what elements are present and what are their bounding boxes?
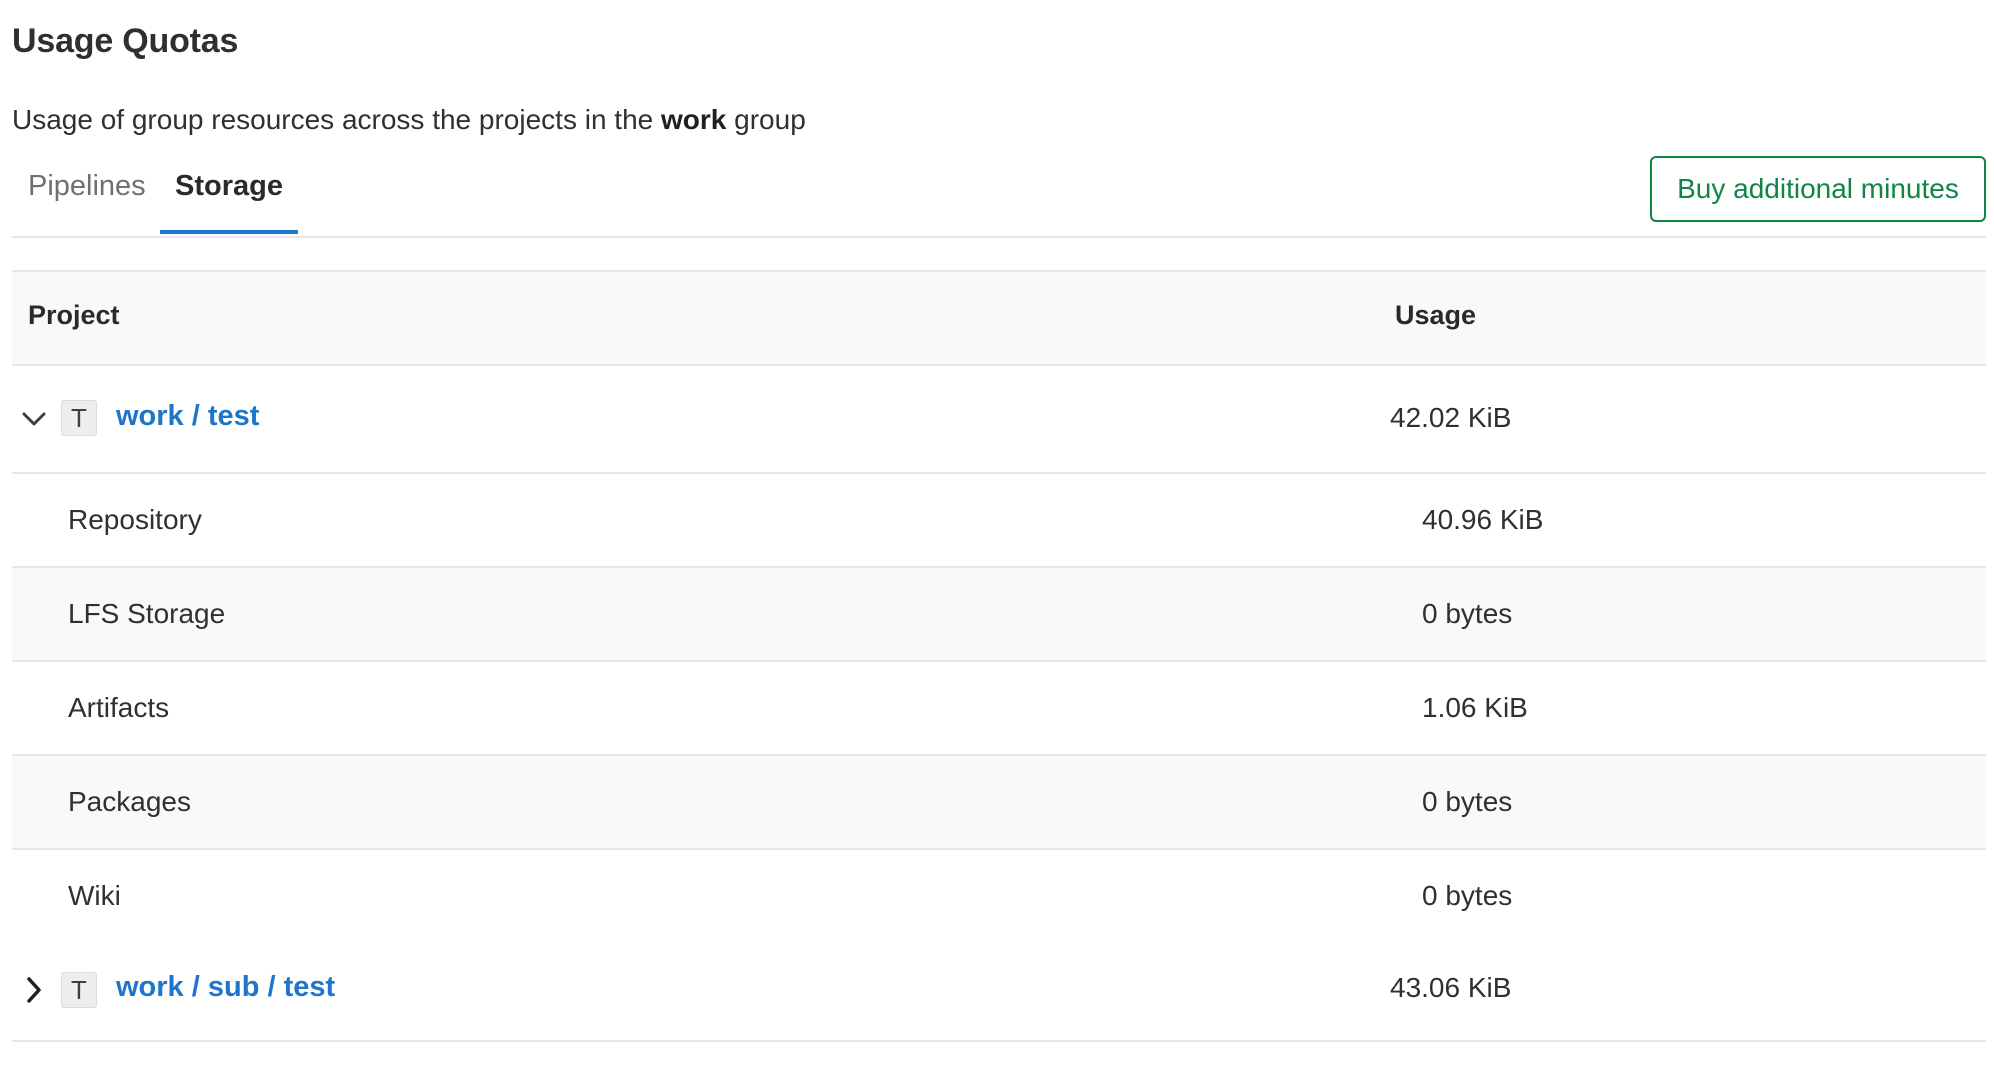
storage-type-value: 0 bytes [1422, 598, 1512, 630]
storage-type-value: 1.06 KiB [1422, 692, 1528, 724]
tab-pipelines[interactable]: Pipelines [28, 164, 146, 234]
column-header-usage: Usage [1395, 300, 1476, 331]
storage-type-label: LFS Storage [68, 598, 225, 630]
project-avatar: T [61, 400, 97, 436]
project-link[interactable]: work / sub / test [116, 971, 335, 1004]
storage-type-label: Repository [68, 504, 202, 536]
tab-storage[interactable]: Storage [160, 164, 298, 234]
storage-type-value: 0 bytes [1422, 786, 1512, 818]
storage-breakdown-row: Artifacts 1.06 KiB [12, 662, 1986, 756]
storage-type-label: Artifacts [68, 692, 169, 724]
usage-tabs: Pipelines Storage Buy additional minutes [12, 150, 1986, 238]
subtitle-prefix: Usage of group resources across the proj… [12, 104, 661, 135]
storage-type-label: Packages [68, 786, 191, 818]
buy-additional-minutes-button[interactable]: Buy additional minutes [1650, 156, 1986, 222]
project-usage: 43.06 KiB [1390, 972, 1511, 1004]
page-subtitle: Usage of group resources across the proj… [12, 104, 806, 136]
project-row: T work / sub / test 43.06 KiB [12, 944, 1986, 1042]
page-title: Usage Quotas [12, 22, 238, 61]
storage-type-label: Wiki [68, 880, 121, 912]
project-usage: 42.02 KiB [1390, 402, 1511, 434]
project-link[interactable]: work / test [116, 400, 259, 433]
project-row: T work / test 42.02 KiB [12, 366, 1986, 474]
storage-breakdown-row: Repository 40.96 KiB [12, 474, 1986, 568]
chevron-down-icon[interactable] [18, 403, 50, 435]
usage-quotas-page: Usage Quotas Usage of group resources ac… [0, 0, 1994, 1082]
table-header: Project Usage [12, 272, 1986, 366]
storage-breakdown-row: Packages 0 bytes [12, 756, 1986, 850]
storage-breakdown-row: Wiki 0 bytes [12, 850, 1986, 944]
storage-table: Project Usage T work / test 42.02 KiB Re… [12, 270, 1986, 1042]
project-avatar: T [61, 972, 97, 1008]
storage-breakdown-row: LFS Storage 0 bytes [12, 568, 1986, 662]
subtitle-suffix: group [726, 104, 805, 135]
storage-type-value: 40.96 KiB [1422, 504, 1543, 536]
storage-type-value: 0 bytes [1422, 880, 1512, 912]
group-name: work [661, 104, 726, 135]
column-header-project: Project [28, 300, 120, 331]
chevron-right-icon[interactable] [18, 974, 50, 1006]
